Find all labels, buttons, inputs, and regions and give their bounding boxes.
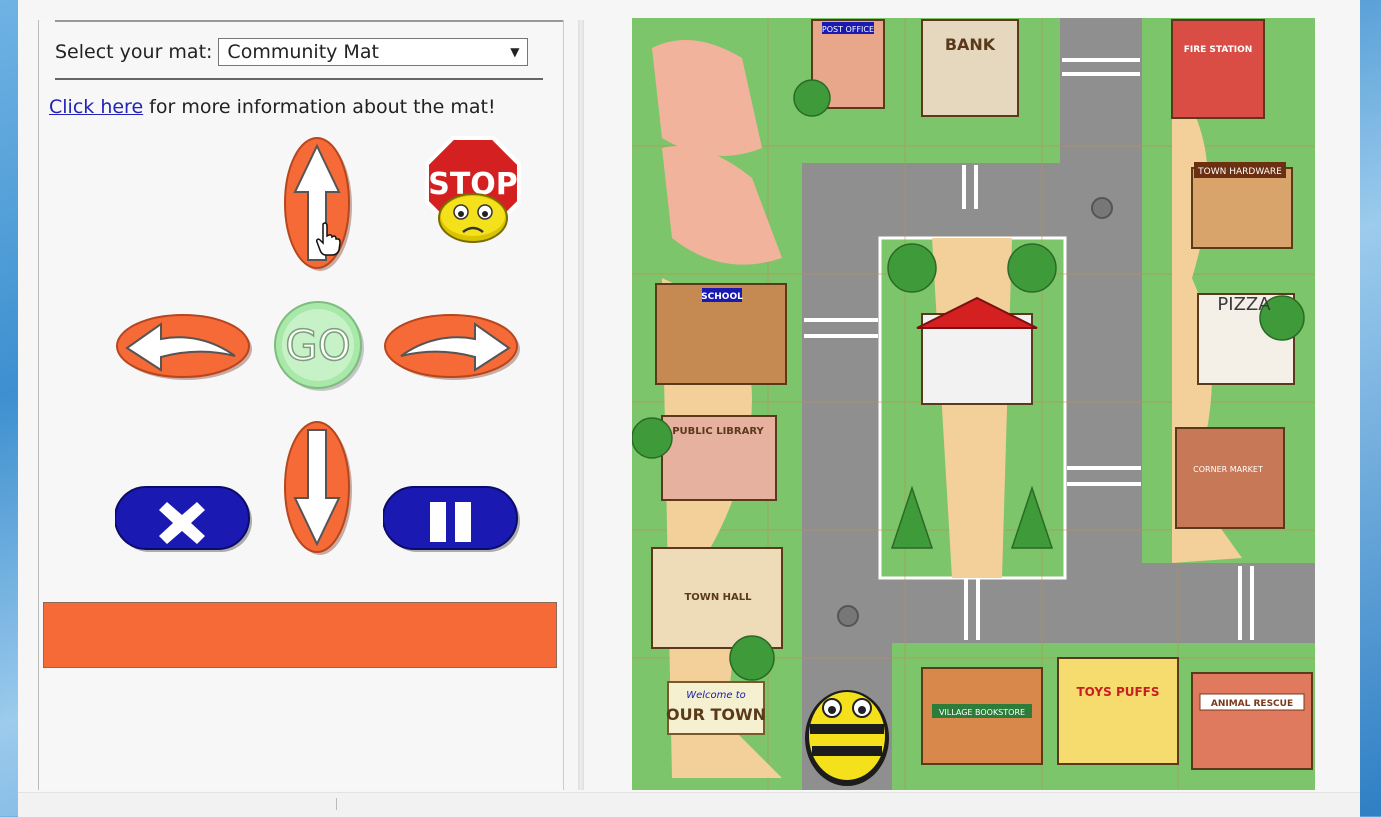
map-sign-town-hall: TOWN HALL [684,592,752,603]
map-sign-post-office: POST OFFICE [822,25,874,34]
turn-left-button[interactable] [115,312,253,382]
bottom-strip [18,792,1360,817]
mat-info-line: Click here for more information about th… [49,96,496,118]
app-frame: Select your mat: Community Mat ▼ Click h… [18,0,1360,817]
go-button[interactable]: GO [273,300,365,392]
chevron-down-icon: ▼ [510,45,520,59]
map-sign-public-library: PUBLIC LIBRARY [672,426,764,437]
map-sign-town-hardware: TOWN HARDWARE [1197,167,1282,177]
mat-select[interactable]: Community Mat ▼ [218,38,529,66]
map-sign-corner-market: CORNER MARKET [1193,465,1263,474]
map-sign-school: SCHOOL [701,292,743,302]
map-sign-welcome-to: Welcome to [686,690,746,701]
bee-bot-icon [438,193,508,243]
turn-right-button[interactable] [383,312,521,382]
community-mat[interactable]: POST OFFICE BANK FIRE STATION TOWN HARDW… [632,18,1315,790]
clear-button[interactable] [115,486,253,556]
backward-button[interactable] [283,420,353,556]
map-sign-village-bookstore: VILLAGE BOOKSTORE [939,708,1025,717]
panel-divider [578,20,584,790]
hand-cursor-icon [316,222,341,256]
select-divider [55,78,543,80]
control-panel: Select your mat: Community Mat ▼ Click h… [38,20,564,790]
mat-info-link[interactable]: Click here [49,96,143,118]
mat-select-label: Select your mat: [55,41,213,63]
stop-sign-icon[interactable]: STOP [423,136,523,246]
map-sign-our-town: OUR TOWN [666,705,766,724]
map-sign-pizza: PIZZA [1217,294,1271,315]
map-sign-toys-puffs: TOYS PUFFS [1076,685,1159,699]
map-sign-animal-rescue: ANIMAL RESCUE [1211,699,1293,709]
mat-select-value: Community Mat [227,41,379,63]
mat-info-text: for more information about the mat! [143,96,496,118]
bottom-tick [336,798,337,810]
map-sign-fire-station: FIRE STATION [1184,45,1253,55]
mat-select-row: Select your mat: Community Mat ▼ [55,36,529,68]
top-divider [55,20,563,22]
go-button-label: GO [285,321,351,370]
bee-bot-icon[interactable] [805,690,889,786]
pause-button[interactable] [383,486,521,556]
program-status-bar [43,602,557,668]
map-sign-bank: BANK [945,35,996,54]
